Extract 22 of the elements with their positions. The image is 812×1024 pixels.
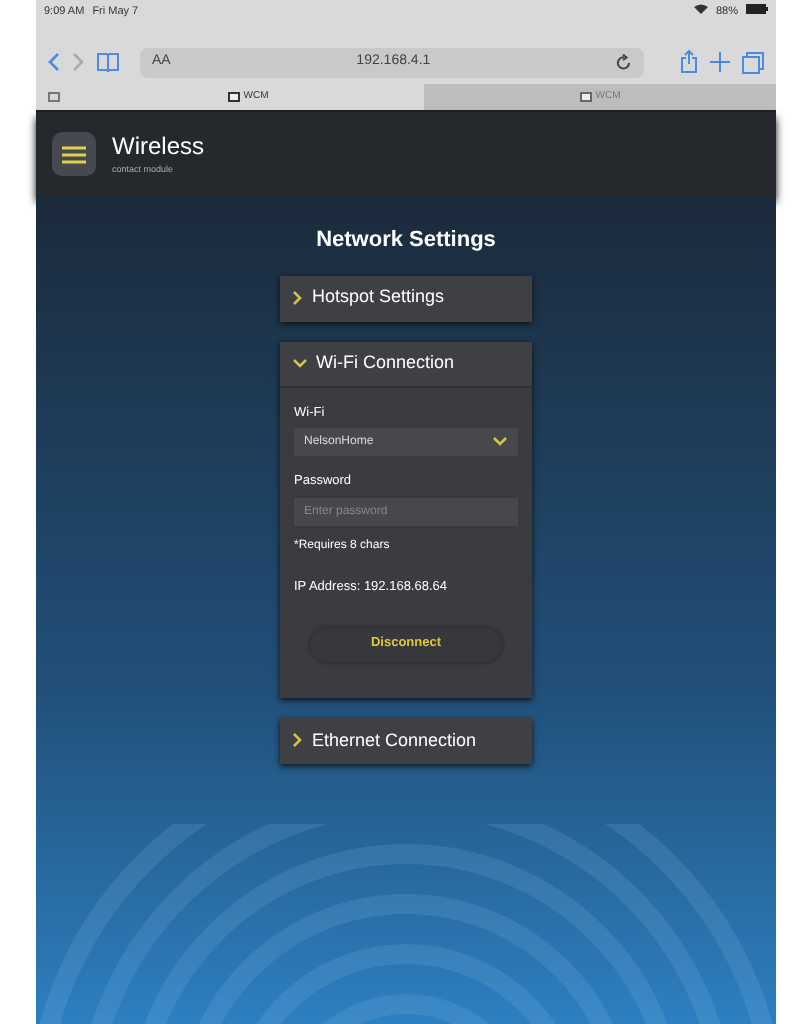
tabs-icon[interactable] — [742, 51, 764, 73]
page-title: Network Settings — [316, 226, 496, 256]
logo-title: Wireless — [112, 133, 205, 158]
favicon-icon — [227, 92, 240, 102]
chevron-right-icon — [292, 732, 304, 749]
wifi-icon — [693, 4, 708, 14]
accordion-header[interactable]: Wi-Fi Connection — [280, 341, 532, 387]
battery-icon — [746, 4, 768, 14]
plus-icon[interactable] — [710, 52, 730, 72]
chevron-down-icon — [492, 436, 508, 449]
forward-icon[interactable] — [72, 52, 84, 72]
accordion-header[interactable]: Ethernet Connection — [280, 717, 532, 764]
accordion-header[interactable]: Hotspot Settings — [280, 275, 532, 321]
back-icon[interactable] — [48, 52, 60, 72]
menu-button[interactable] — [52, 132, 96, 176]
menu-icon — [62, 145, 86, 163]
book-icon[interactable] — [96, 52, 120, 72]
favicon-icon — [579, 92, 592, 102]
chevron-right-icon — [292, 290, 304, 306]
share-icon[interactable] — [680, 50, 698, 74]
reload-icon[interactable] — [616, 53, 632, 71]
chevron-down-icon — [292, 357, 308, 369]
